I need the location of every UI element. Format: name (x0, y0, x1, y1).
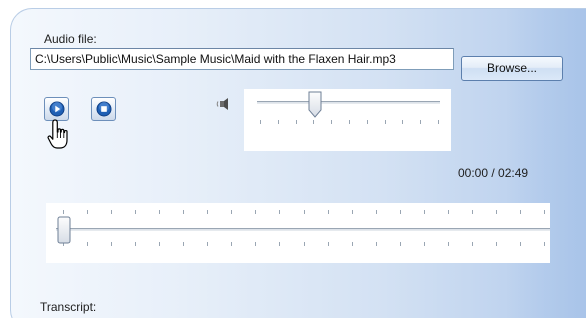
slider-tick (111, 210, 112, 214)
position-slider-track[interactable] (56, 228, 550, 231)
time-readout: 00:00 / 02:49 (458, 166, 529, 180)
slider-tick (255, 210, 256, 214)
slider-tick (402, 120, 403, 124)
slider-tick (296, 120, 297, 124)
slider-tick (313, 120, 314, 124)
slider-tick (111, 242, 112, 246)
slider-tick (424, 210, 425, 214)
slider-tick (304, 210, 305, 214)
stop-button[interactable] (91, 97, 116, 121)
slider-tick (331, 120, 332, 124)
slider-tick (279, 242, 280, 246)
slider-tick (278, 120, 279, 124)
slider-tick (385, 120, 386, 124)
transcript-label: Transcript: (40, 300, 97, 314)
speaker-icon[interactable] (215, 97, 235, 111)
slider-tick (183, 210, 184, 214)
volume-slider-thumb[interactable] (307, 91, 323, 119)
slider-tick (135, 210, 136, 214)
slider-tick (520, 210, 521, 214)
audio-file-label: Audio file: (44, 32, 97, 46)
slider-tick (231, 242, 232, 246)
slider-tick (544, 242, 545, 246)
slider-tick (63, 210, 64, 214)
slider-tick (376, 210, 377, 214)
slider-tick (438, 120, 439, 124)
slider-tick (352, 210, 353, 214)
slider-tick (400, 210, 401, 214)
play-icon (49, 101, 65, 117)
slider-tick (159, 242, 160, 246)
slider-tick (304, 242, 305, 246)
slider-tick (420, 120, 421, 124)
slider-tick (472, 210, 473, 214)
slider-tick (328, 242, 329, 246)
slider-tick (520, 242, 521, 246)
slider-tick (400, 242, 401, 246)
slider-tick (496, 242, 497, 246)
slider-tick (231, 210, 232, 214)
slider-tick (472, 242, 473, 246)
slider-tick (349, 120, 350, 124)
slider-tick (328, 210, 329, 214)
slider-tick (255, 242, 256, 246)
slider-tick (207, 210, 208, 214)
slider-tick (87, 210, 88, 214)
position-slider-panel (46, 203, 550, 263)
slider-tick (135, 242, 136, 246)
stop-icon (96, 101, 112, 117)
volume-slider-track[interactable] (257, 101, 440, 104)
slider-tick (207, 242, 208, 246)
slider-tick (424, 242, 425, 246)
slider-tick (448, 242, 449, 246)
hand-cursor-icon (47, 119, 68, 149)
audio-file-path-input[interactable]: C:\Users\Public\Music\Sample Music\Maid … (30, 48, 454, 70)
slider-tick (279, 210, 280, 214)
slider-tick (496, 210, 497, 214)
slider-tick (87, 242, 88, 246)
slider-tick (367, 120, 368, 124)
slider-tick (260, 120, 261, 124)
slider-tick (159, 210, 160, 214)
position-slider-thumb[interactable] (57, 216, 71, 244)
slider-tick (376, 242, 377, 246)
slider-tick (183, 242, 184, 246)
slider-tick (544, 210, 545, 214)
slider-tick (448, 210, 449, 214)
browse-button[interactable]: Browse... (461, 56, 563, 81)
slider-tick (352, 242, 353, 246)
